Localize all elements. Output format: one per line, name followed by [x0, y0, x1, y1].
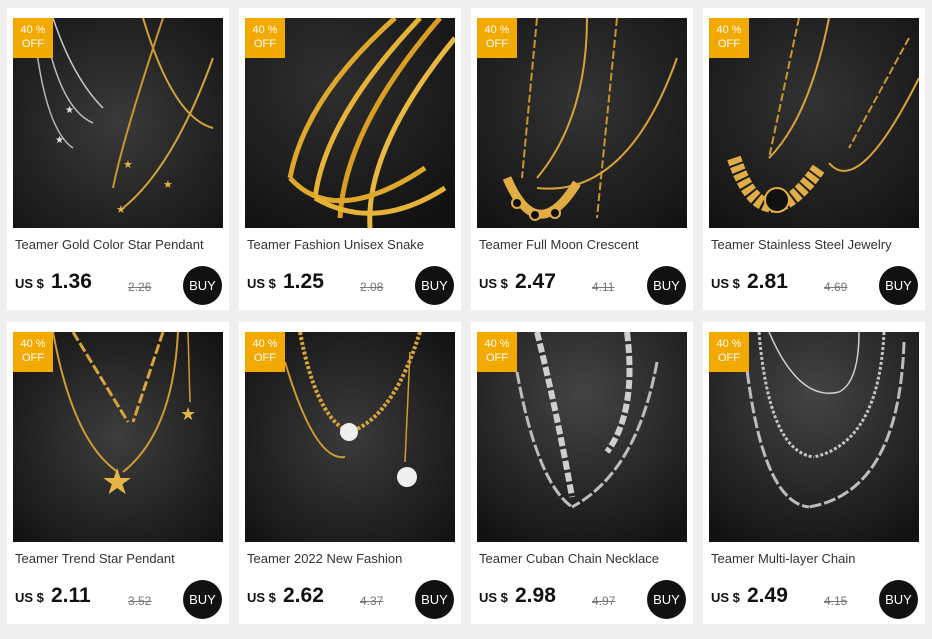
svg-text:★: ★ — [65, 105, 74, 116]
discount-percent: 40 % — [252, 24, 278, 36]
original-price: 4.69 — [824, 280, 848, 294]
currency: US $ — [711, 590, 740, 605]
price: 2.47 — [515, 270, 556, 293]
product-image[interactable]: 40 % OFF — [709, 18, 919, 228]
discount-off: OFF — [718, 352, 740, 364]
product-title[interactable]: Teamer 2022 New Fashion — [247, 551, 455, 566]
price: 2.11 — [51, 584, 91, 607]
price-row: US $ 2.11 3.52 BUY — [15, 580, 222, 620]
price: 1.25 — [283, 270, 324, 293]
original-price: 4.11 — [592, 280, 615, 294]
price: 2.98 — [515, 584, 556, 607]
discount-badge: 40 % OFF — [477, 18, 517, 58]
discount-badge: 40 % OFF — [245, 18, 285, 58]
buy-button[interactable]: BUY — [183, 580, 222, 619]
currency: US $ — [479, 276, 508, 291]
product-card[interactable]: 40 % OFF Teamer Stainless Steel Jewelry … — [703, 8, 925, 310]
price-row: US $ 2.49 4.15 BUY — [711, 580, 918, 620]
discount-percent: 40 % — [20, 338, 46, 350]
currency: US $ — [247, 276, 276, 291]
product-card[interactable]: 40 % OFF Teamer 2022 New Fashion US $ 2.… — [239, 322, 461, 624]
discount-percent: 40 % — [716, 24, 742, 36]
price: 2.62 — [283, 584, 324, 607]
original-price: 3.52 — [128, 594, 152, 608]
discount-off: OFF — [254, 352, 276, 364]
product-title[interactable]: Teamer Full Moon Crescent — [479, 237, 687, 252]
original-price: 4.37 — [360, 594, 384, 608]
svg-text:★: ★ — [55, 135, 64, 146]
price: 2.49 — [747, 584, 788, 607]
product-title[interactable]: Teamer Stainless Steel Jewelry — [711, 237, 919, 252]
discount-percent: 40 % — [484, 24, 510, 36]
discount-percent: 40 % — [20, 24, 46, 36]
product-title[interactable]: Teamer Cuban Chain Necklace — [479, 551, 687, 566]
buy-button[interactable]: BUY — [415, 266, 454, 305]
currency: US $ — [15, 276, 44, 291]
currency: US $ — [247, 590, 276, 605]
product-image[interactable]: 40 % OFF — [477, 332, 687, 542]
product-title[interactable]: Teamer Multi-layer Chain — [711, 551, 919, 566]
product-image[interactable]: 40 % OFF — [477, 18, 687, 228]
buy-button[interactable]: BUY — [879, 266, 918, 305]
svg-text:★: ★ — [180, 404, 196, 424]
currency: US $ — [479, 590, 508, 605]
price-row: US $ 2.47 4.11 BUY — [479, 266, 686, 306]
discount-badge: 40 % OFF — [477, 332, 517, 372]
discount-badge: 40 % OFF — [709, 18, 749, 58]
discount-badge: 40 % OFF — [245, 332, 285, 372]
buy-button[interactable]: BUY — [183, 266, 222, 305]
price: 2.81 — [747, 270, 788, 293]
discount-off: OFF — [486, 352, 508, 364]
buy-button[interactable]: BUY — [879, 580, 918, 619]
product-card[interactable]: ★ ★ ★ ★ ★ 40 % OFF Teamer Gold Color Sta… — [7, 8, 229, 310]
product-card[interactable]: 40 % OFF Teamer Cuban Chain Necklace US … — [471, 322, 693, 624]
discount-off: OFF — [486, 38, 508, 50]
buy-button[interactable]: BUY — [647, 580, 686, 619]
price-row: US $ 1.36 2.26 BUY — [15, 266, 222, 306]
product-card[interactable]: 40 % OFF Teamer Fashion Unisex Snake US … — [239, 8, 461, 310]
svg-text:★: ★ — [101, 461, 133, 502]
discount-percent: 40 % — [484, 338, 510, 350]
product-grid: ★ ★ ★ ★ ★ 40 % OFF Teamer Gold Color Sta… — [0, 0, 932, 639]
product-title[interactable]: Teamer Gold Color Star Pendant — [15, 237, 223, 252]
price-row: US $ 2.62 4.37 BUY — [247, 580, 454, 620]
discount-off: OFF — [254, 38, 276, 50]
discount-badge: 40 % OFF — [13, 332, 53, 372]
price-row: US $ 2.98 4.97 BUY — [479, 580, 686, 620]
product-image[interactable]: 40 % OFF — [245, 18, 455, 228]
svg-text:★: ★ — [163, 179, 173, 191]
product-title[interactable]: Teamer Fashion Unisex Snake — [247, 237, 455, 252]
currency: US $ — [711, 276, 740, 291]
product-image[interactable]: 40 % OFF — [245, 332, 455, 542]
product-card[interactable]: 40 % OFF Teamer Full Moon Crescent US $ … — [471, 8, 693, 310]
buy-button[interactable]: BUY — [647, 266, 686, 305]
product-card[interactable]: 40 % OFF Teamer Multi-layer Chain US $ 2… — [703, 322, 925, 624]
original-price: 4.97 — [592, 594, 616, 608]
discount-badge: 40 % OFF — [13, 18, 53, 58]
discount-off: OFF — [718, 38, 740, 50]
discount-badge: 40 % OFF — [709, 332, 749, 372]
product-title[interactable]: Teamer Trend Star Pendant — [15, 551, 223, 566]
price: 1.36 — [51, 270, 92, 293]
product-image[interactable]: 40 % OFF — [709, 332, 919, 542]
discount-percent: 40 % — [716, 338, 742, 350]
discount-off: OFF — [22, 38, 44, 50]
original-price: 2.08 — [360, 280, 384, 294]
product-image[interactable]: ★ ★ 40 % OFF — [13, 332, 223, 542]
price-row: US $ 2.81 4.69 BUY — [711, 266, 918, 306]
discount-off: OFF — [22, 352, 44, 364]
svg-text:★: ★ — [116, 204, 126, 216]
buy-button[interactable]: BUY — [415, 580, 454, 619]
price-row: US $ 1.25 2.08 BUY — [247, 266, 454, 306]
currency: US $ — [15, 590, 44, 605]
original-price: 2.26 — [128, 280, 152, 294]
product-image[interactable]: ★ ★ ★ ★ ★ 40 % OFF — [13, 18, 223, 228]
original-price: 4.15 — [824, 594, 848, 608]
product-card[interactable]: ★ ★ 40 % OFF Teamer Trend Star Pendant U… — [7, 322, 229, 624]
discount-percent: 40 % — [252, 338, 278, 350]
svg-text:★: ★ — [123, 159, 133, 171]
